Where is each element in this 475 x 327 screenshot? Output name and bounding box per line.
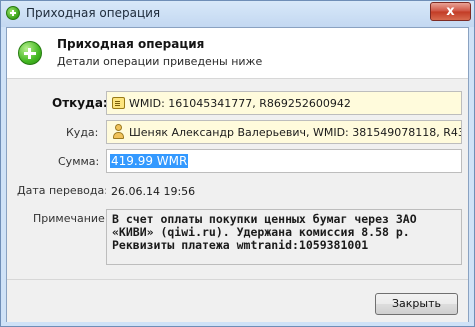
wmid-card-icon <box>112 97 125 109</box>
plus-circle-icon <box>6 6 20 20</box>
dialog-window: Приходная операция x Приходная операция … <box>0 0 475 327</box>
note-label: Примечание: <box>33 212 109 225</box>
to-label: Куда: <box>66 126 99 139</box>
close-button[interactable]: Закрыть <box>375 293 458 315</box>
incoming-operation-icon <box>18 41 42 65</box>
dialog-footer: Закрыть <box>7 279 468 322</box>
header-title: Приходная операция <box>57 37 205 51</box>
user-icon <box>113 124 124 139</box>
dialog-header: Приходная операция Детали операции приве… <box>7 28 468 79</box>
date-value: 26.06.14 19:56 <box>111 185 196 198</box>
dialog-content: Приходная операция Детали операции приве… <box>6 27 469 322</box>
close-icon: x <box>446 4 455 19</box>
amount-label: Сумма: <box>58 155 100 168</box>
amount-value: 419.99 WMR <box>110 154 189 168</box>
window-title: Приходная операция <box>26 6 161 20</box>
from-value: WMID: 161045341777, R869252600942 <box>129 97 351 110</box>
date-label: Дата перевода: <box>17 184 108 197</box>
to-field[interactable]: Шеняк Александр Валерьевич, WMID: 381549… <box>106 120 462 144</box>
note-field[interactable]: В счет оплаты покупки ценных бумаг через… <box>106 209 462 265</box>
from-label: Откуда: <box>52 96 108 110</box>
window-close-button[interactable]: x <box>430 2 471 21</box>
operation-details: Откуда: WMID: 161045341777, R86925260094… <box>7 79 468 279</box>
to-value: Шеняк Александр Валерьевич, WMID: 381549… <box>129 126 461 139</box>
from-field[interactable]: WMID: 161045341777, R869252600942 <box>106 91 462 115</box>
date-field: 26.06.14 19:56 <box>106 178 462 202</box>
amount-field[interactable]: 419.99 WMR <box>106 149 462 173</box>
header-subtitle: Детали операции приведены ниже <box>57 55 263 68</box>
title-bar[interactable]: Приходная операция x <box>1 1 474 27</box>
